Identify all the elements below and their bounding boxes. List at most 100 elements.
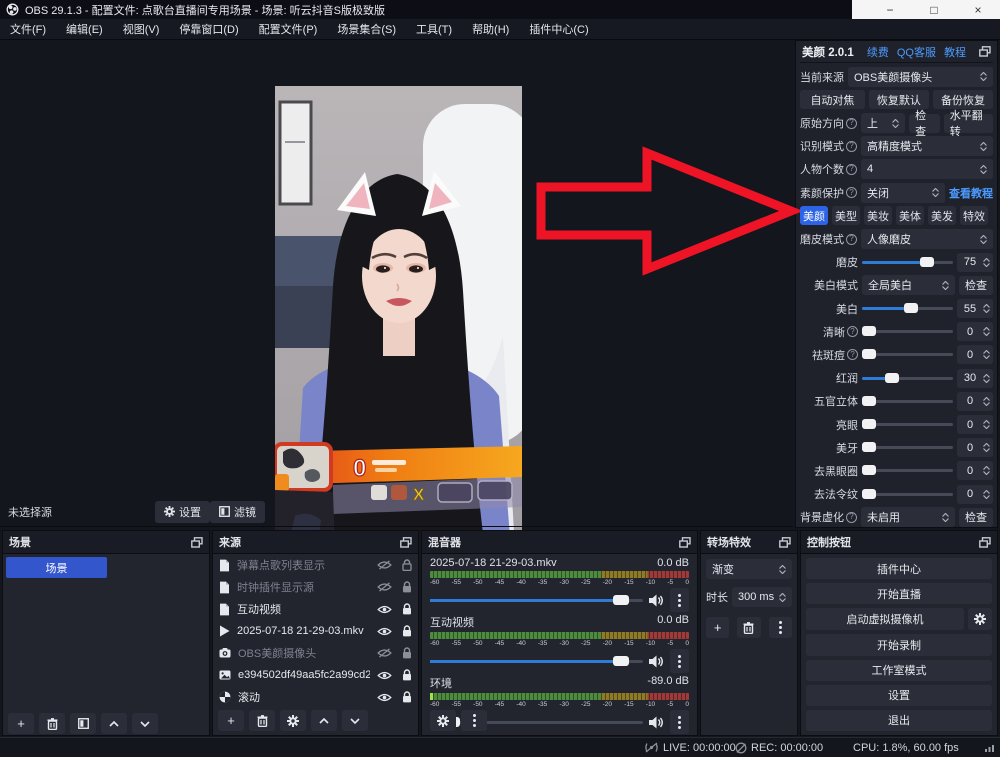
source-row[interactable]: 2025-07-18 21-29-03.mkv — [213, 620, 418, 642]
slider-value-spinner[interactable]: 0 — [957, 461, 993, 480]
start-virtual-camera-button[interactable]: 启动虚拟摄像机 — [806, 608, 964, 630]
channel-menu-button[interactable] — [670, 710, 689, 734]
bg-blur-combo[interactable]: 未启用 — [861, 507, 955, 527]
add-scene-button[interactable]: + — [8, 713, 34, 734]
source-row[interactable]: 滚动 — [213, 686, 418, 708]
smooth-slider[interactable] — [862, 253, 953, 272]
move-source-down-button[interactable] — [342, 710, 368, 731]
lock-icon[interactable] — [402, 581, 412, 593]
white-check-button[interactable]: 检查 — [959, 276, 993, 295]
autofocus-button[interactable]: 自动对焦 — [800, 90, 865, 109]
tab-effects[interactable]: 特效 — [960, 206, 988, 225]
tutorial-link[interactable]: 教程 — [944, 44, 966, 60]
lock-icon[interactable] — [402, 625, 412, 637]
info-icon[interactable]: ? — [846, 164, 857, 175]
menu-profile[interactable]: 配置文件(P) — [249, 19, 328, 40]
remove-scene-button[interactable] — [39, 713, 65, 734]
eye-icon[interactable] — [377, 627, 392, 636]
menu-help[interactable]: 帮助(H) — [462, 19, 519, 40]
tab-makeup[interactable]: 美妆 — [864, 206, 892, 225]
exit-button[interactable]: 退出 — [806, 710, 992, 731]
eye-icon[interactable] — [377, 671, 392, 680]
virtual-camera-settings-button[interactable] — [968, 608, 992, 630]
close-button[interactable]: × — [956, 0, 1000, 19]
blemish-slider[interactable] — [862, 345, 953, 364]
advanced-audio-button[interactable] — [430, 710, 456, 731]
tab-beauty[interactable]: 美颜 — [800, 206, 828, 225]
flip-horizontal-button[interactable]: 水平翻转 — [944, 114, 993, 133]
spinner-arrows-icon[interactable] — [983, 443, 990, 452]
makeup-protect-combo[interactable]: 关闭 — [861, 183, 945, 203]
volume-slider[interactable] — [430, 652, 643, 670]
scene-filters-button[interactable] — [70, 713, 96, 734]
remove-source-button[interactable] — [249, 710, 275, 731]
menu-view[interactable]: 视图(V) — [113, 19, 170, 40]
popout-icon[interactable] — [191, 537, 203, 548]
menu-plugin-center[interactable]: 插件中心(C) — [519, 19, 598, 40]
orientation-combo[interactable]: 上 — [861, 113, 905, 133]
current-source-combo[interactable]: OBS美颜摄像头 — [848, 67, 993, 87]
menu-scene-collection[interactable]: 场景集合(S) — [327, 19, 406, 40]
slider-value-spinner[interactable]: 55 — [957, 299, 993, 318]
transition-combo[interactable]: 渐变 — [706, 559, 792, 579]
slider-value-spinner[interactable]: 75 — [957, 253, 993, 272]
mixer-menu-button[interactable] — [461, 710, 487, 731]
move-scene-up-button[interactable] — [101, 713, 127, 734]
popout-icon[interactable] — [979, 537, 991, 548]
info-icon[interactable]: ? — [847, 349, 858, 360]
dark-circles-slider[interactable] — [862, 461, 953, 480]
orientation-check-button[interactable]: 检查 — [909, 114, 940, 133]
lock-open-icon[interactable] — [402, 559, 412, 571]
settings-button[interactable]: 设置 — [806, 685, 992, 706]
detect-mode-combo[interactable]: 高精度模式 — [861, 136, 993, 156]
whiten-slider[interactable] — [862, 299, 953, 318]
tab-reshape[interactable]: 美型 — [832, 206, 860, 225]
start-streaming-button[interactable]: 开始直播 — [806, 583, 992, 604]
spinner-arrows-icon[interactable] — [983, 466, 990, 475]
menu-docks[interactable]: 停靠窗口(D) — [169, 19, 248, 40]
slider-value-spinner[interactable]: 30 — [957, 369, 993, 388]
minimize-button[interactable]: − — [868, 0, 912, 19]
nasolabial-slider[interactable] — [862, 485, 953, 504]
spinner-arrows-icon[interactable] — [983, 327, 990, 336]
volume-slider[interactable] — [430, 591, 643, 609]
slider-value-spinner[interactable]: 0 — [957, 438, 993, 457]
plugin-center-button[interactable]: 插件中心 — [806, 558, 992, 579]
slider-value-spinner[interactable]: 0 — [957, 392, 993, 411]
studio-mode-button[interactable]: 工作室模式 — [806, 660, 992, 681]
spinner-arrows-icon[interactable] — [980, 165, 987, 174]
popout-icon[interactable] — [679, 537, 691, 548]
lock-icon[interactable] — [402, 603, 412, 615]
source-settings-button[interactable]: 设置 — [155, 501, 210, 523]
popout-icon[interactable] — [979, 46, 991, 57]
spinner-arrows-icon[interactable] — [983, 490, 990, 499]
info-icon[interactable]: ? — [846, 118, 857, 129]
contour-slider[interactable] — [862, 392, 953, 411]
menu-file[interactable]: 文件(F) — [0, 19, 56, 40]
transition-menu-button[interactable] — [769, 617, 792, 638]
eye-icon[interactable] — [377, 605, 392, 614]
teeth-slider[interactable] — [862, 438, 953, 457]
add-source-button[interactable]: + — [218, 710, 244, 731]
smooth-mode-combo[interactable]: 人像磨皮 — [861, 229, 993, 249]
view-tutorial-link[interactable]: 查看教程 — [949, 185, 993, 201]
source-row[interactable]: 互动视频 — [213, 598, 418, 620]
slider-value-spinner[interactable]: 0 — [957, 322, 993, 341]
lock-icon[interactable] — [402, 669, 412, 681]
bg-blur-check-button[interactable]: 检查 — [959, 508, 993, 527]
start-recording-button[interactable]: 开始录制 — [806, 634, 992, 655]
speaker-icon[interactable] — [649, 594, 664, 607]
lock-icon[interactable] — [402, 691, 412, 703]
spinner-arrows-icon[interactable] — [983, 258, 990, 267]
scene-item-selected[interactable]: 场景 — [6, 557, 107, 578]
source-row[interactable]: 弹幕点歌列表显示 — [213, 554, 418, 576]
add-transition-button[interactable]: + — [706, 617, 729, 638]
source-row[interactable]: 时钟插件显示源 — [213, 576, 418, 598]
move-source-up-button[interactable] — [311, 710, 337, 731]
info-icon[interactable]: ? — [847, 326, 858, 337]
maximize-button[interactable]: □ — [912, 0, 956, 19]
spinner-arrows-icon[interactable] — [983, 420, 990, 429]
eye-slash-icon[interactable] — [377, 582, 392, 592]
spinner-arrows-icon[interactable] — [779, 593, 786, 602]
clarity-slider[interactable] — [862, 322, 953, 341]
